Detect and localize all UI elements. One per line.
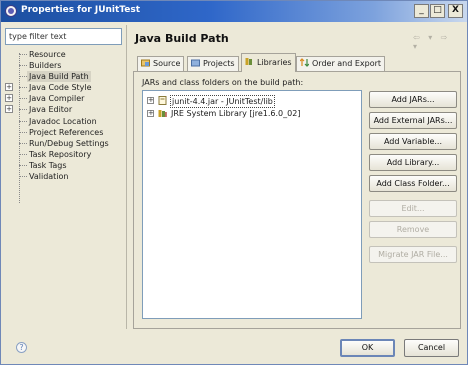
history-nav-arrows[interactable]: ⇦ ▾ ⇨ ▾ (413, 33, 463, 51)
nav-item-project-references[interactable]: Project References (5, 127, 122, 138)
splitter-sash[interactable] (126, 25, 128, 329)
nav-item-label: Java Build Path (27, 71, 91, 83)
window-title: Properties for JUnitTest (21, 5, 141, 15)
nav-item-validation[interactable]: Validation (5, 171, 122, 182)
nav-item-label: Task Tags (29, 160, 67, 170)
nav-item-label: Task Repository (29, 149, 92, 159)
expand-icon[interactable]: + (5, 83, 13, 92)
minimize-button[interactable]: _ (414, 4, 429, 18)
nav-item-label: Run/Debug Settings (29, 138, 109, 148)
nav-item-label: Java Editor (29, 105, 73, 115)
add-library-button[interactable]: Add Library... (369, 154, 457, 171)
add-jars-button[interactable]: Add JARs... (369, 91, 457, 108)
add-class-folder-button[interactable]: Add Class Folder... (369, 175, 457, 192)
tab-source[interactable]: Source (137, 56, 185, 71)
nav-item-task-tags[interactable]: Task Tags (5, 160, 122, 171)
nav-item-run-debug-settings[interactable]: Run/Debug Settings (5, 138, 122, 149)
nav-item-java-code-style[interactable]: + Java Code Style (5, 82, 122, 93)
title-bar[interactable]: Properties for JUnitTest _ □ X (1, 1, 467, 22)
tab-label: Order and Export (312, 59, 382, 68)
expand-icon[interactable]: + (147, 97, 154, 104)
expand-icon[interactable]: + (5, 105, 13, 114)
filter-input[interactable] (5, 28, 122, 45)
jar-icon (158, 96, 167, 105)
maximize-button[interactable]: □ (430, 4, 445, 18)
help-icon[interactable]: ? (16, 342, 27, 353)
nav-item-java-editor[interactable]: + Java Editor (5, 104, 122, 115)
add-external-jars-button[interactable]: Add External JARs... (369, 112, 457, 129)
nav-item-label: Javadoc Location (29, 116, 97, 126)
tab-libraries[interactable]: Libraries (241, 53, 296, 72)
nav-item-javadoc-location[interactable]: Javadoc Location (5, 116, 122, 127)
library-icon (158, 110, 167, 117)
eclipse-icon (5, 5, 17, 17)
nav-item-label: Project References (29, 127, 104, 137)
projects-icon (191, 59, 200, 67)
nav-item-builders[interactable]: Builders (5, 60, 122, 71)
library-entry-label: JRE System Library [jre1.6.0_02] (171, 109, 301, 118)
expand-icon[interactable]: + (5, 94, 13, 103)
nav-item-label: Java Compiler (29, 94, 85, 104)
cancel-button[interactable]: Cancel (404, 339, 459, 357)
nav-item-task-repository[interactable]: Task Repository (5, 149, 122, 160)
close-button[interactable]: X (448, 4, 463, 18)
libraries-tree[interactable]: + junit-4.4.jar - JUnitTest/lib + JRE Sy… (142, 90, 362, 319)
expand-icon[interactable]: + (147, 110, 154, 117)
property-page-tree: Resource Builders Java Build Path + Java… (5, 49, 122, 182)
nav-item-label: Builders (29, 61, 62, 71)
page-title: Java Build Path (135, 32, 229, 45)
nav-item-label: Validation (29, 172, 69, 182)
properties-dialog: Properties for JUnitTest _ □ X Resource … (0, 0, 468, 365)
remove-button[interactable]: Remove (369, 221, 457, 238)
edit-button[interactable]: Edit... (369, 200, 457, 217)
ok-button[interactable]: OK (340, 339, 395, 357)
tab-projects[interactable]: Projects (187, 56, 239, 71)
tab-label: Libraries (257, 58, 292, 67)
nav-item-java-build-path[interactable]: Java Build Path (5, 71, 122, 83)
order-export-icon (300, 58, 309, 67)
tab-order-and-export[interactable]: Order and Export (296, 56, 386, 71)
nav-item-label: Resource (29, 50, 66, 59)
libraries-icon (245, 58, 252, 65)
source-folder-icon (141, 59, 150, 67)
nav-item-label: Java Code Style (29, 83, 92, 93)
nav-item-resource[interactable]: Resource (5, 49, 122, 60)
tab-label: Source (153, 59, 181, 68)
tab-label: Projects (203, 59, 235, 68)
add-variable-button[interactable]: Add Variable... (369, 133, 457, 150)
build-path-label: JARs and class folders on the build path… (142, 78, 304, 87)
library-entry-label: junit-4.4.jar - JUnitTest/lib (170, 95, 275, 108)
migrate-jar-button[interactable]: Migrate JAR File... (369, 246, 457, 263)
nav-item-java-compiler[interactable]: + Java Compiler (5, 93, 122, 104)
